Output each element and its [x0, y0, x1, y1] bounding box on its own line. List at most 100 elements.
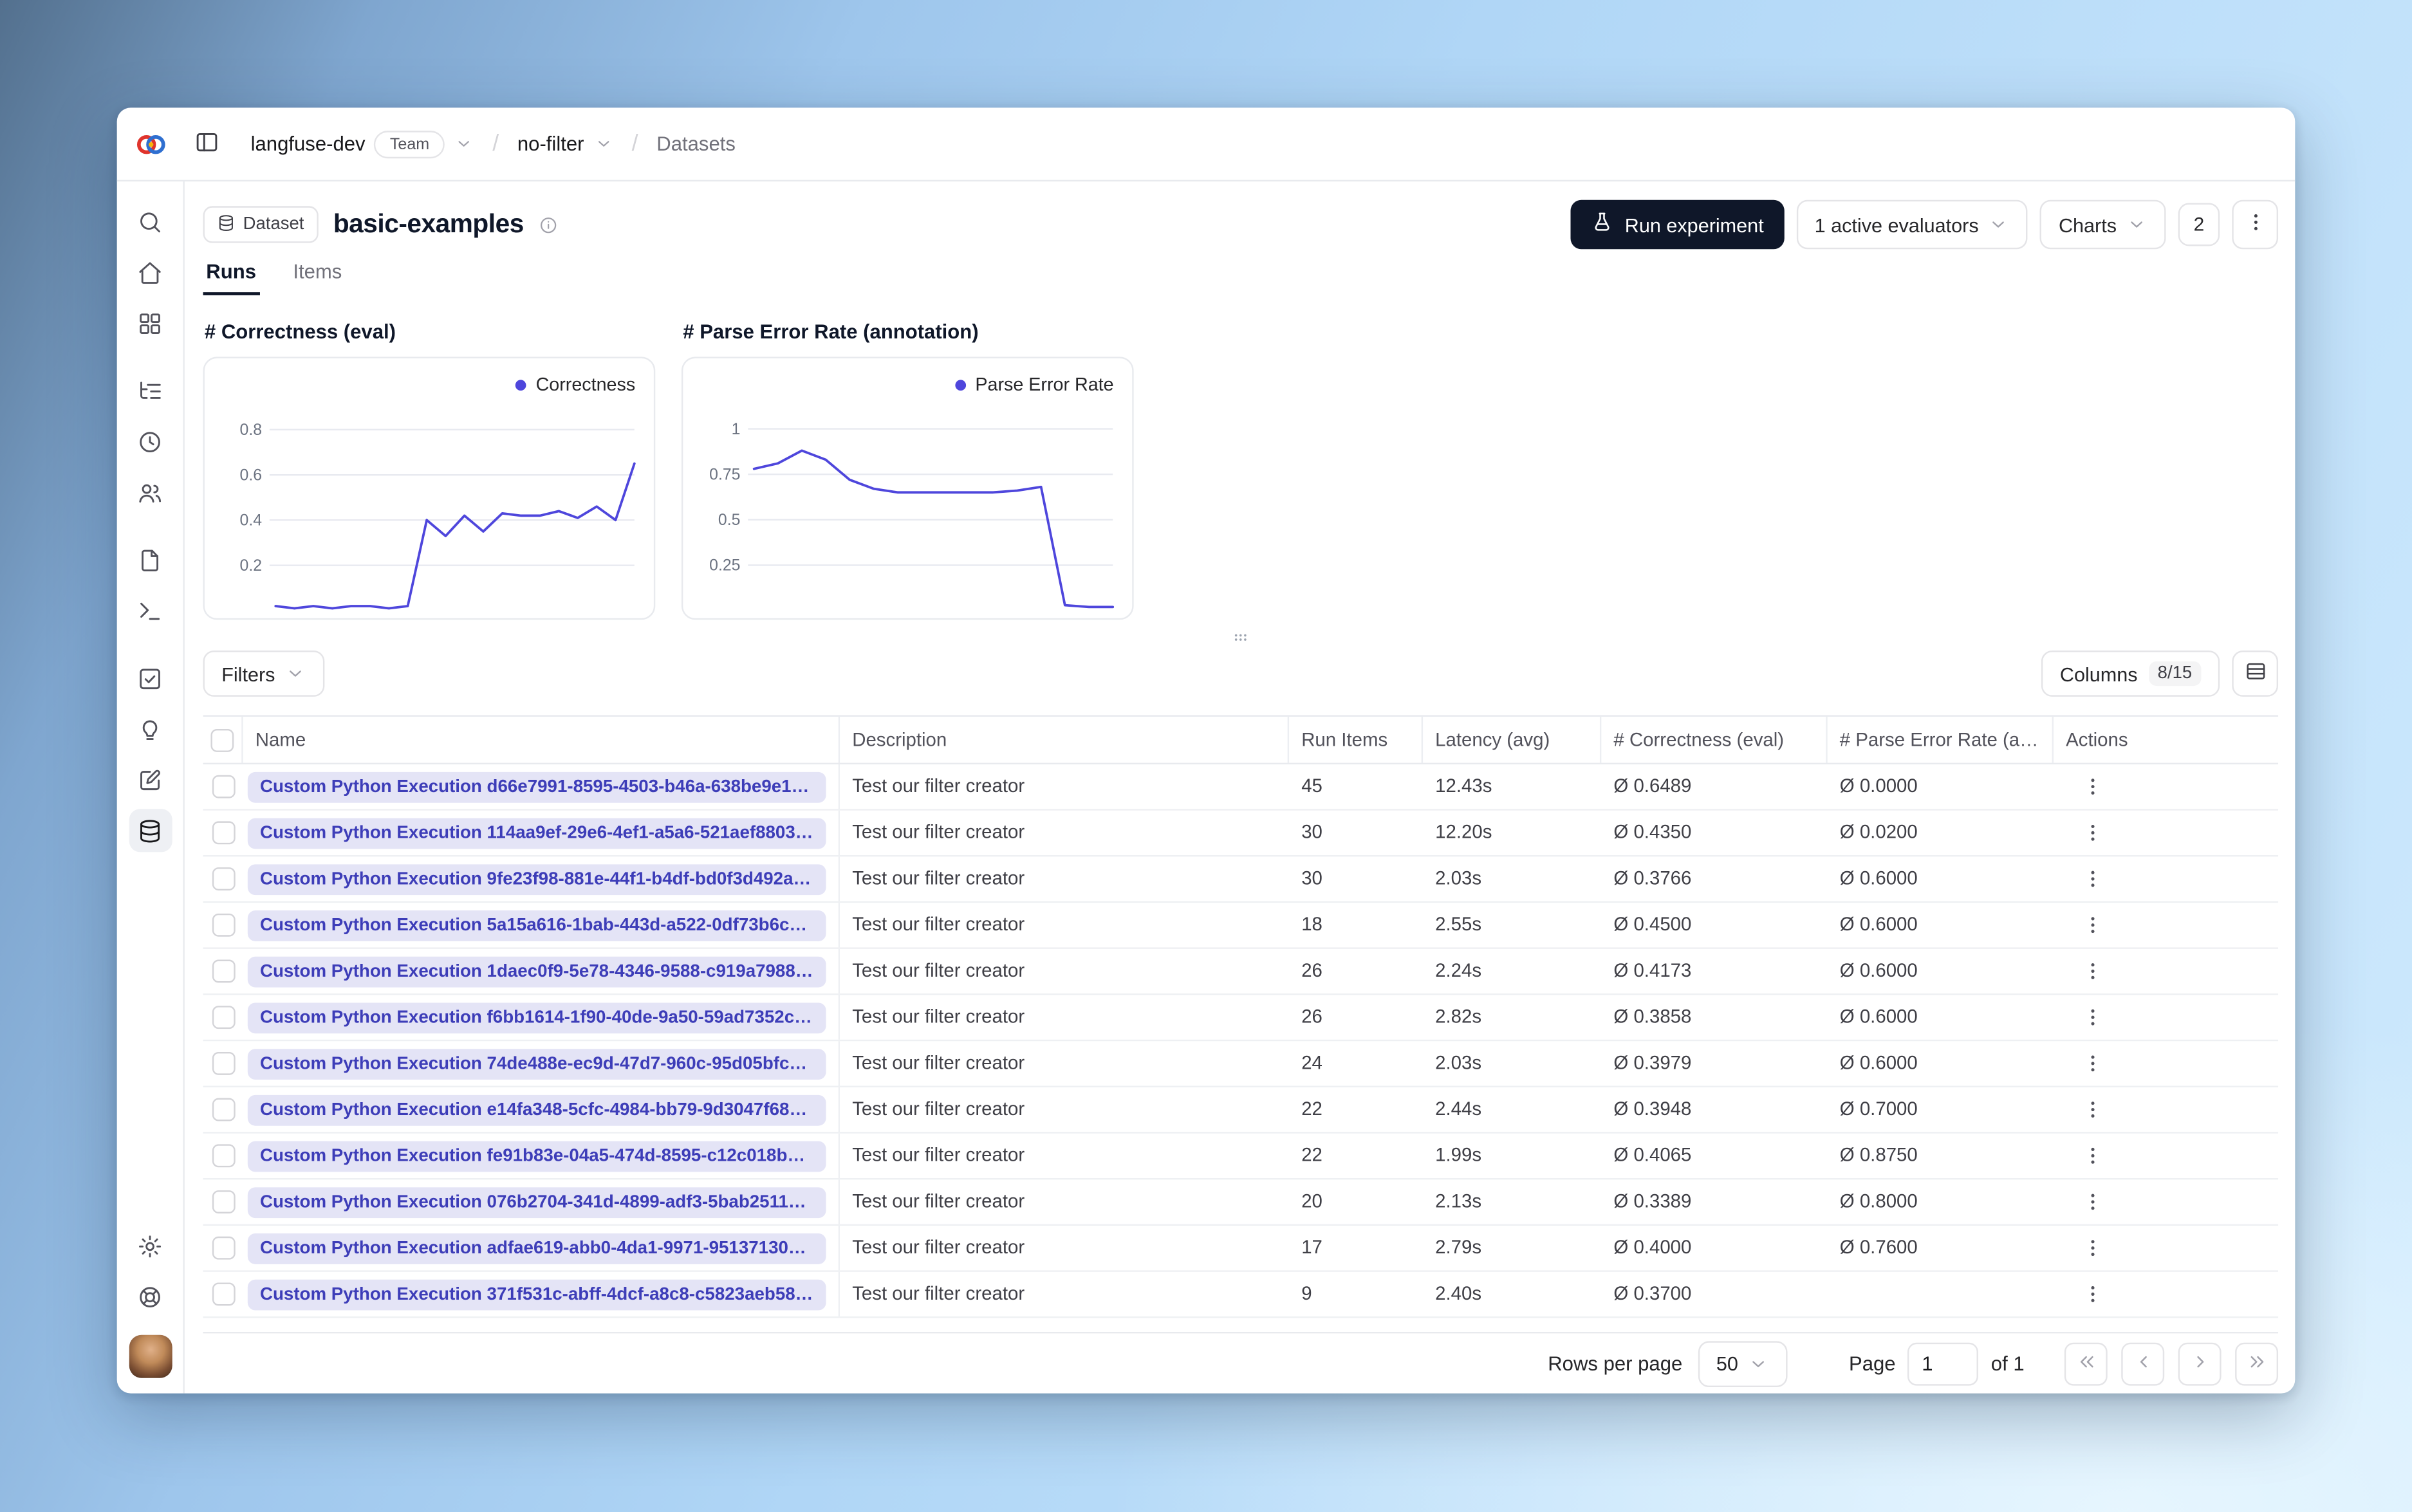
row-checkbox[interactable]: [211, 959, 235, 983]
file-text-icon: [142, 549, 159, 571]
select-all-checkbox[interactable]: [210, 728, 234, 751]
row-actions-button[interactable]: [2075, 816, 2110, 850]
column-header[interactable]: Run Items: [1289, 716, 1424, 763]
last-page-button[interactable]: [2235, 1341, 2279, 1385]
page-input[interactable]: [1907, 1341, 1979, 1385]
columns-button[interactable]: Columns 8/15: [2041, 650, 2220, 697]
sidebar-item-settings[interactable]: [129, 1224, 172, 1268]
description-cell: Test our filter creator: [852, 913, 1025, 936]
row-actions-button[interactable]: [2075, 954, 2110, 988]
breadcrumb-separator: /: [492, 131, 499, 157]
run-name-link[interactable]: Custom Python Execution 076b2704-341d-48…: [247, 1186, 826, 1217]
charts-dropdown[interactable]: Charts: [2040, 199, 2166, 250]
column-header[interactable]: Latency (avg): [1423, 716, 1602, 763]
row-checkbox[interactable]: [211, 1006, 235, 1029]
run-name-link[interactable]: Custom Python Execution adfae619-abb0-4d…: [247, 1232, 826, 1264]
resize-handle[interactable]: [1230, 627, 1250, 647]
sidebar-item-file-text[interactable]: [129, 539, 172, 582]
sidebar-item-clock[interactable]: [129, 420, 172, 463]
row-checkbox[interactable]: [211, 1144, 235, 1168]
breadcrumb-env[interactable]: no-filter: [517, 133, 584, 156]
row-checkbox[interactable]: [211, 1098, 235, 1121]
runs-table: Name Description Run Items Latency (avg) # C…: [203, 715, 2279, 1318]
row-checkbox[interactable]: [211, 1190, 235, 1213]
column-header[interactable]: Actions: [2054, 717, 2278, 763]
row-checkbox[interactable]: [211, 1051, 235, 1075]
sidebar-item-lightbulb[interactable]: [129, 708, 172, 751]
sidebar-toggle-button[interactable]: [185, 122, 228, 165]
sidebar-item-terminal[interactable]: [129, 589, 172, 632]
parse-error-cell: Ø 0.8750: [1839, 1144, 1918, 1166]
pagination-bar: Rows per page 50 Page of 1: [203, 1332, 2279, 1394]
run-name-link[interactable]: Custom Python Execution 9fe23f98-881e-44…: [247, 863, 826, 894]
user-avatar[interactable]: [128, 1334, 172, 1378]
sidebar-item-home[interactable]: [129, 251, 172, 294]
run-name-cell: Custom Python Execution 74de488e-ec9d-47…: [243, 1041, 840, 1086]
more-actions-button[interactable]: [2232, 199, 2279, 250]
breadcrumb-page[interactable]: Datasets: [656, 133, 736, 156]
sidebar-item-square-check[interactable]: [129, 657, 172, 700]
filters-button[interactable]: Filters: [203, 650, 324, 697]
sidebar-item-users[interactable]: [129, 470, 172, 513]
row-checkbox[interactable]: [211, 821, 235, 845]
previous-page-button[interactable]: [2121, 1341, 2165, 1385]
column-header[interactable]: Name: [243, 716, 840, 763]
row-checkbox[interactable]: [211, 1236, 235, 1260]
sidebar-bottom: [128, 1224, 172, 1378]
row-actions-button[interactable]: [2075, 1277, 2110, 1311]
run-name-link[interactable]: Custom Python Execution e14fa348-5cfc-49…: [247, 1094, 826, 1125]
sidebar-item-life-buoy[interactable]: [129, 1275, 172, 1318]
next-page-button[interactable]: [2178, 1341, 2222, 1385]
latency-cell: 2.55s: [1435, 913, 1482, 936]
sidebar-item-square-pen[interactable]: [129, 758, 172, 801]
row-actions-button[interactable]: [2075, 862, 2110, 896]
actions-cell: [2054, 1179, 2278, 1224]
row-checkbox[interactable]: [211, 775, 235, 798]
sidebar-item-search[interactable]: [129, 200, 172, 243]
correctness-cell: Ø 0.3766: [1613, 867, 1692, 889]
breadcrumb-project[interactable]: langfuse-dev: [251, 133, 366, 156]
first-page-button[interactable]: [2064, 1341, 2108, 1385]
parse-error-cell: Ø 0.7600: [1839, 1236, 1918, 1258]
row-actions-button[interactable]: [2075, 908, 2110, 942]
run-name-link[interactable]: Custom Python Execution d66e7991-8595-45…: [247, 771, 826, 802]
tab-items[interactable]: Items: [290, 260, 346, 295]
run-name-link[interactable]: Custom Python Execution fe91b83e-04a5-47…: [247, 1140, 826, 1172]
row-checkbox[interactable]: [211, 867, 235, 890]
table-header-row: Name Description Run Items Latency (avg) # C…: [203, 715, 2279, 764]
row-actions-button[interactable]: [2075, 770, 2110, 804]
run-name-link[interactable]: Custom Python Execution 5a15a616-1bab-44…: [247, 909, 826, 941]
sidebar-item-layout-grid[interactable]: [129, 301, 172, 344]
correctness-cell: Ø 0.6489: [1613, 775, 1692, 797]
row-height-button[interactable]: [2232, 650, 2279, 697]
run-name-link[interactable]: Custom Python Execution 114aa9ef-29e6-4e…: [247, 817, 826, 849]
run-name-link[interactable]: Custom Python Execution f6bb1614-1f90-40…: [247, 1002, 826, 1033]
sidebar-item-database[interactable]: [128, 809, 172, 853]
column-header[interactable]: # Parse Error Rate (an...: [1828, 716, 2054, 763]
run-experiment-button[interactable]: Run experiment: [1571, 199, 1784, 250]
row-actions-button[interactable]: [2075, 1000, 2110, 1035]
row-actions-button[interactable]: [2075, 1047, 2110, 1081]
column-header[interactable]: # Correctness (eval): [1601, 716, 1828, 763]
tab-runs[interactable]: Runs: [203, 260, 259, 295]
app-window: langfuse-dev Team / no-filter / Datasets: [116, 107, 2296, 1394]
run-items-cell: 17: [1301, 1236, 1322, 1258]
rows-per-page-select[interactable]: 50: [1698, 1340, 1788, 1387]
run-name-link[interactable]: Custom Python Execution 1daec0f9-5e78-43…: [247, 955, 826, 987]
run-name-link[interactable]: Custom Python Execution 371f531c-abff-4d…: [247, 1278, 826, 1310]
parse-error-cell: Ø 0.7000: [1839, 1098, 1918, 1120]
database-icon: [140, 819, 160, 842]
run-name-link[interactable]: Custom Python Execution 74de488e-ec9d-47…: [247, 1047, 826, 1079]
column-header[interactable]: Description: [840, 716, 1290, 763]
row-checkbox[interactable]: [211, 913, 235, 937]
svg-text:0.75: 0.75: [709, 466, 740, 483]
row-checkbox[interactable]: [211, 1282, 235, 1306]
row-actions-button[interactable]: [2075, 1231, 2110, 1265]
run-name-cell: Custom Python Execution d66e7991-8595-45…: [243, 764, 840, 809]
row-select-cell: [203, 811, 243, 855]
row-actions-button[interactable]: [2075, 1185, 2110, 1219]
sidebar-item-list-tree[interactable]: [129, 369, 172, 412]
row-actions-button[interactable]: [2075, 1093, 2110, 1127]
row-actions-button[interactable]: [2075, 1139, 2110, 1173]
evaluators-dropdown[interactable]: 1 active evaluators: [1795, 199, 2028, 250]
